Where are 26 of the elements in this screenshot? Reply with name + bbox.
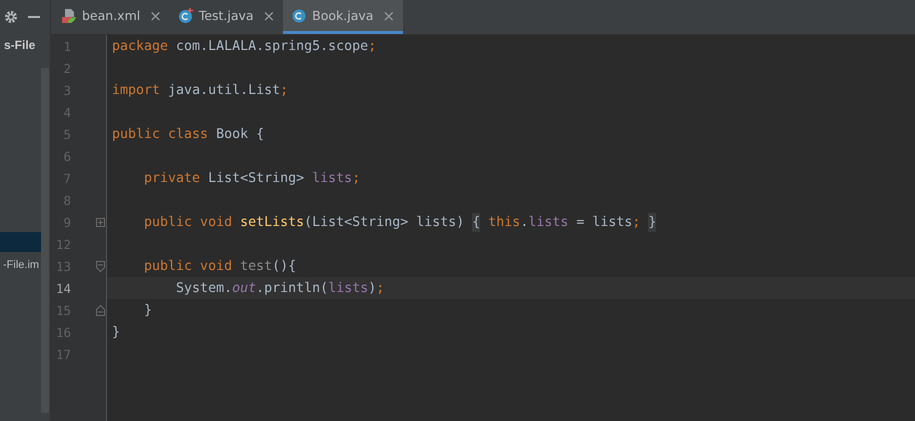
editor-tab[interactable]: Test.java × xyxy=(170,0,284,34)
settings-icon[interactable] xyxy=(4,10,18,24)
close-icon[interactable]: × xyxy=(262,6,276,24)
editor-tab[interactable]: Book.java × xyxy=(283,0,404,34)
collapse-fold-icon[interactable] xyxy=(96,304,104,316)
code-line: public class Book { xyxy=(112,126,264,142)
code-line: import java.util.List; xyxy=(112,82,288,98)
class-icon xyxy=(291,8,308,24)
code-line: } xyxy=(112,324,120,340)
xml-file-icon xyxy=(61,8,77,24)
code-line: public void test(){ xyxy=(143,258,296,274)
class-icon xyxy=(178,8,194,24)
code-line: private List<String> lists; xyxy=(143,170,360,186)
project-tree-item[interactable]: -File.im xyxy=(0,255,41,275)
project-title: s-File xyxy=(3,37,36,54)
code-line: System.out.println(lists); xyxy=(175,280,384,296)
close-icon[interactable]: × xyxy=(382,6,396,24)
close-icon[interactable]: × xyxy=(149,6,162,24)
expand-fold-icon[interactable] xyxy=(96,218,104,226)
code-line: public void setLists(List<String> lists) { this.lists = lists; } xyxy=(143,214,656,230)
collapse-fold-icon[interactable] xyxy=(96,260,104,272)
code-line: } xyxy=(143,302,152,318)
line-number: 14 xyxy=(54,280,71,296)
editor-tab[interactable]: bean.xml × xyxy=(53,0,170,34)
code-line: package com.LALALA.spring5.scope; xyxy=(112,38,376,54)
scrollbar[interactable] xyxy=(41,68,49,413)
